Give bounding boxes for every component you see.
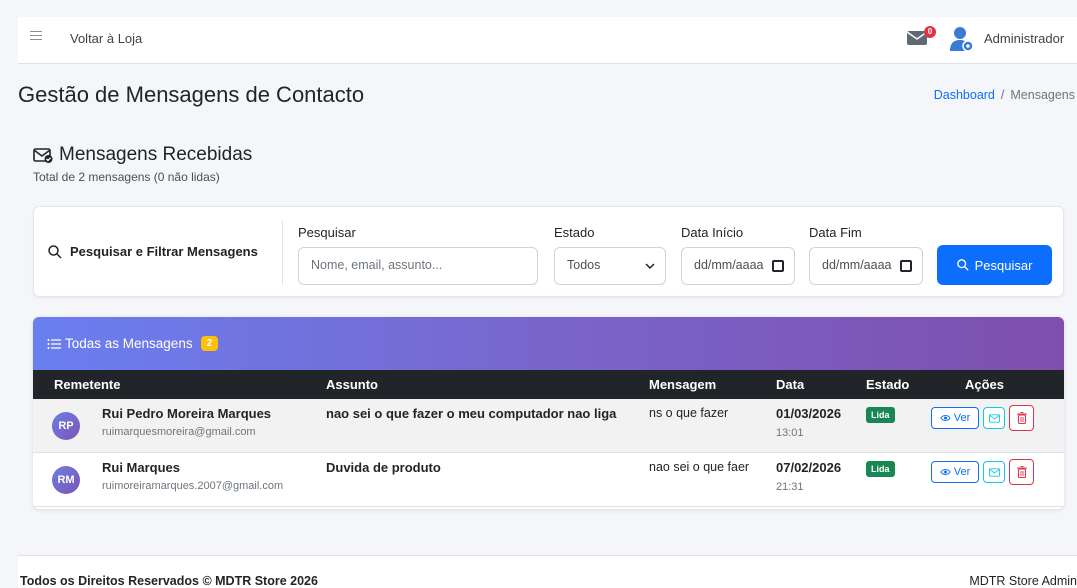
view-button[interactable]: Ver: [931, 461, 979, 483]
messages-notification[interactable]: 0: [906, 26, 936, 50]
column-header: Ações: [965, 377, 1005, 392]
page-title: Gestão de Mensagens de Contacto: [18, 82, 365, 107]
column-header: Estado: [866, 377, 910, 392]
message-preview: ns o que fazer: [649, 406, 729, 420]
trash-icon: [1016, 466, 1027, 478]
message-time: 13:01: [776, 427, 804, 439]
column-header: Assunto: [326, 377, 378, 392]
sender-name: Rui Marques: [102, 460, 181, 475]
table-row[interactable]: RM Rui Marques ruimoreiramarques.2007@gm…: [33, 453, 1064, 507]
table-row[interactable]: RP Rui Pedro Moreira Marques ruimarquesm…: [33, 399, 1064, 453]
status-badge: Lida: [866, 407, 895, 423]
sender-email: ruimoreiramarques.2007@gmail.com: [102, 480, 284, 492]
search-icon: [48, 244, 62, 259]
reply-button[interactable]: [983, 461, 1005, 483]
footer-brand: MDTR Store Admin: [969, 574, 1077, 588]
messages-card: Todas as Mensagens 2 Remetente Assunto M…: [33, 317, 1064, 509]
view-button-label: Ver: [953, 466, 971, 478]
end-date-input[interactable]: dd/mm/aaaa: [809, 247, 923, 285]
filter-divider: [282, 221, 283, 285]
start-date-label: Data Início: [681, 225, 744, 240]
search-button-label: Pesquisar: [974, 257, 1033, 273]
section-subtitle: Total de 2 mensagens (0 não lidas): [33, 170, 220, 184]
filter-title-label: Pesquisar e Filtrar Mensagens: [70, 244, 258, 259]
eye-icon: [940, 469, 951, 475]
message-subject: Duvida de produto: [326, 460, 441, 475]
status-select[interactable]: Todos: [554, 247, 666, 285]
chevron-down-icon: [645, 263, 655, 270]
status-label: Estado: [554, 225, 595, 240]
breadcrumb: Dashboard / Mensagens: [934, 88, 1075, 102]
message-time: 21:31: [776, 481, 804, 493]
status-select-value: Todos: [567, 258, 601, 272]
envelope-icon: [988, 413, 1000, 423]
messages-card-header: Todas as Mensagens 2: [33, 317, 1064, 370]
back-to-store-link[interactable]: Voltar à Loja: [70, 31, 142, 46]
mail-count-badge: 0: [924, 26, 936, 38]
sender-name: Rui Pedro Moreira Marques: [102, 406, 272, 421]
delete-button[interactable]: [1009, 405, 1034, 431]
sender-email: ruimarquesmoreira@gmail.com: [102, 426, 256, 438]
start-date-input[interactable]: dd/mm/aaaa: [681, 247, 795, 285]
message-date: 07/02/2026: [776, 460, 842, 475]
end-date-placeholder: dd/mm/aaaa: [822, 258, 892, 272]
calendar-icon[interactable]: [900, 260, 912, 272]
column-header: Remetente: [54, 377, 121, 392]
footer-copyright: Todos os Direitos Reservados © MDTR Stor…: [20, 574, 318, 588]
message-subject: nao sei o que fazer o meu computador nao…: [326, 406, 617, 421]
messages-card-title: Todas as Mensagens: [65, 336, 193, 351]
calendar-icon[interactable]: [772, 260, 784, 272]
breadcrumb-dashboard-link[interactable]: Dashboard: [934, 88, 995, 102]
message-preview: nao sei o que faer: [649, 460, 750, 474]
section-heading: Mensagens Recebidas: [33, 144, 252, 166]
status-badge: Lida: [866, 461, 895, 477]
envelope-icon: [988, 467, 1000, 477]
eye-icon: [940, 415, 951, 421]
trash-icon: [1016, 412, 1027, 424]
search-icon: [956, 259, 969, 271]
search-input[interactable]: Nome, email, assunto...: [298, 247, 538, 285]
list-icon: [47, 338, 61, 349]
envelope-check-icon: [33, 148, 53, 163]
admin-user-name[interactable]: Administrador: [984, 31, 1064, 46]
end-date-label: Data Fim: [809, 225, 862, 240]
top-navbar: Voltar à Loja 0 Administrador: [18, 17, 1077, 64]
table-header: Remetente Assunto Mensagem Data Estado A…: [33, 370, 1064, 399]
delete-button[interactable]: [1009, 459, 1034, 485]
filter-card: Pesquisar e Filtrar Mensagens Pesquisar …: [33, 206, 1064, 297]
hamburger-icon[interactable]: [30, 31, 42, 43]
avatar: RM: [52, 466, 80, 494]
search-button[interactable]: Pesquisar: [937, 245, 1052, 285]
column-header: Data: [776, 377, 805, 392]
view-button-label: Ver: [953, 412, 971, 424]
message-date: 01/03/2026: [776, 406, 842, 421]
footer: Todos os Direitos Reservados © MDTR Stor…: [18, 555, 1077, 588]
filter-title: Pesquisar e Filtrar Mensagens: [48, 244, 258, 259]
breadcrumb-separator: /: [1000, 88, 1005, 102]
user-gear-icon[interactable]: [950, 26, 974, 52]
avatar: RP: [52, 412, 80, 440]
breadcrumb-current: Mensagens: [1010, 88, 1075, 102]
view-button[interactable]: Ver: [931, 407, 979, 429]
reply-button[interactable]: [983, 407, 1005, 429]
start-date-placeholder: dd/mm/aaaa: [694, 258, 764, 272]
messages-count-badge: 2: [200, 336, 219, 351]
search-label: Pesquisar: [298, 225, 356, 240]
column-header: Mensagem: [649, 377, 717, 392]
section-title: Mensagens Recebidas: [59, 144, 253, 165]
